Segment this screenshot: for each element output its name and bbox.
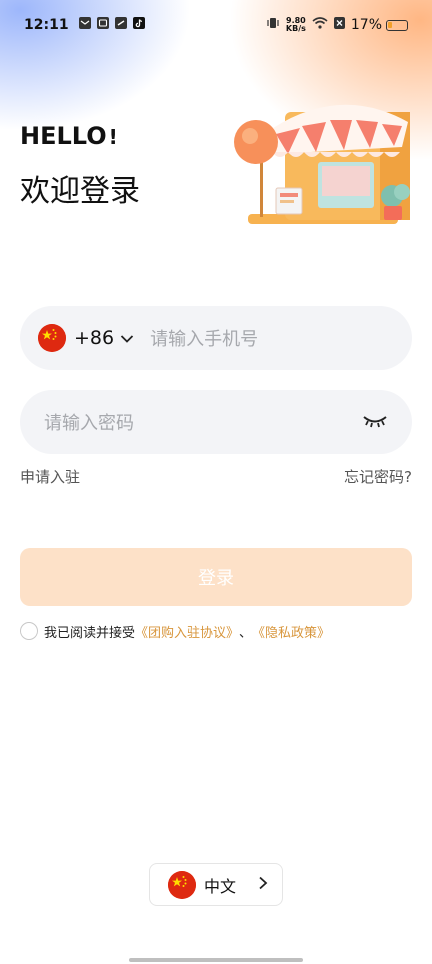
auth-links: 申请入驻 忘记密码? (20, 466, 412, 487)
password-placeholder[interactable]: 请输入密码 (44, 409, 134, 435)
hello-heading: HELLO! (20, 122, 118, 150)
agreement-separator: 、 (239, 625, 253, 641)
status-time: 12:11 (24, 17, 69, 33)
wifi-icon (312, 17, 328, 33)
network-speed: 9.80 KB/s (286, 17, 306, 33)
tiktok-icon (132, 17, 145, 33)
eye-closed-icon[interactable] (362, 413, 388, 432)
battery-percent: 17% (350, 17, 382, 33)
chevron-right-icon (258, 875, 268, 894)
chevron-down-icon (120, 327, 134, 349)
hello-exclaim: ! (108, 125, 118, 149)
inbox-icon (96, 17, 109, 33)
mail-icon (78, 17, 91, 33)
china-flag-icon (38, 324, 66, 352)
privacy-policy-link[interactable]: 《隐私政策》 (252, 622, 330, 641)
phone-input-field[interactable]: +86 请输入手机号 (20, 306, 412, 370)
home-indicator[interactable] (129, 958, 303, 962)
battery-icon (386, 19, 408, 31)
sim-disabled-icon (333, 17, 345, 33)
hello-text: HELLO (20, 122, 107, 150)
agreement-prefix: 我已阅读并接受 (44, 625, 136, 641)
china-flag-icon (168, 870, 196, 899)
vibrate-icon (266, 17, 280, 33)
agreement-row: 我已阅读并接受 《团购入驻协议》 、 《隐私政策》 (20, 620, 330, 642)
password-input-field[interactable]: 请输入密码 (20, 390, 412, 454)
apply-link[interactable]: 申请入驻 (20, 466, 80, 487)
forgot-password-link[interactable]: 忘记密码? (344, 466, 412, 487)
battery-status: 17% (351, 17, 408, 33)
agreement-checkbox[interactable] (20, 622, 38, 640)
service-agreement-link[interactable]: 《团购入驻协议》 (135, 622, 239, 641)
country-code-selector[interactable]: +86 (74, 327, 134, 349)
login-button[interactable]: 登录 (20, 548, 412, 606)
country-code: +86 (74, 327, 115, 349)
status-bar-right: 9.80 KB/s 17% (266, 17, 408, 33)
link-app-icon (114, 17, 127, 33)
status-bar: 12:11 9.80 KB/s 17% (0, 0, 432, 50)
network-speed-unit: KB/s (285, 24, 306, 33)
storefront-illustration (230, 92, 420, 232)
language-label: 中文 (204, 876, 237, 896)
phone-placeholder[interactable]: 请输入手机号 (150, 325, 258, 351)
status-bar-left: 12:11 (24, 17, 145, 33)
language-selector[interactable]: 中文 (149, 863, 283, 906)
welcome-title: 欢迎登录 (20, 174, 140, 209)
